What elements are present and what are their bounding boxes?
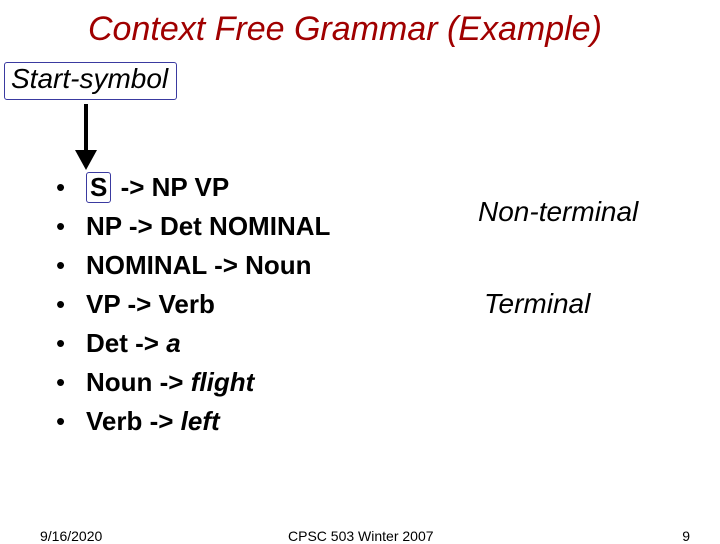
rule-text: Noun ->: [86, 367, 191, 397]
rule-6: •Noun -> flight: [56, 363, 330, 402]
rule-text: -> NP VP: [113, 172, 229, 202]
rule-text: VP -> Verb: [86, 289, 215, 319]
terminal-word: a: [166, 328, 180, 358]
s-symbol-box: S: [86, 172, 111, 203]
terminal-label: Terminal: [484, 288, 590, 320]
rule-4: •VP -> Verb: [56, 285, 330, 324]
rule-1: •S -> NP VP: [56, 168, 330, 207]
bullet-icon: •: [56, 168, 86, 207]
footer-date: 9/16/2020: [40, 528, 102, 544]
footer-course: CPSC 503 Winter 2007: [288, 528, 434, 544]
terminal-word: left: [181, 406, 220, 436]
rule-3: •NOMINAL -> Noun: [56, 246, 330, 285]
arrow-down-icon: [75, 104, 97, 170]
terminal-word: flight: [191, 367, 255, 397]
nonterminal-label: Non-terminal: [478, 196, 638, 228]
rule-5: •Det -> a: [56, 324, 330, 363]
bullet-icon: •: [56, 246, 86, 285]
rule-text: NP -> Det NOMINAL: [86, 211, 330, 241]
rule-text: Verb ->: [86, 406, 181, 436]
start-symbol-box: Start-symbol: [4, 62, 177, 100]
bullet-icon: •: [56, 402, 86, 441]
bullet-icon: •: [56, 207, 86, 246]
slide-title: Context Free Grammar (Example): [88, 10, 602, 49]
rule-7: •Verb -> left: [56, 402, 330, 441]
bullet-icon: •: [56, 285, 86, 324]
bullet-icon: •: [56, 363, 86, 402]
rule-text: Det ->: [86, 328, 166, 358]
bullet-icon: •: [56, 324, 86, 363]
rule-text: NOMINAL -> Noun: [86, 250, 312, 280]
grammar-rules: •S -> NP VP •NP -> Det NOMINAL •NOMINAL …: [56, 168, 330, 441]
rule-2: •NP -> Det NOMINAL: [56, 207, 330, 246]
footer-page-number: 9: [682, 528, 690, 544]
